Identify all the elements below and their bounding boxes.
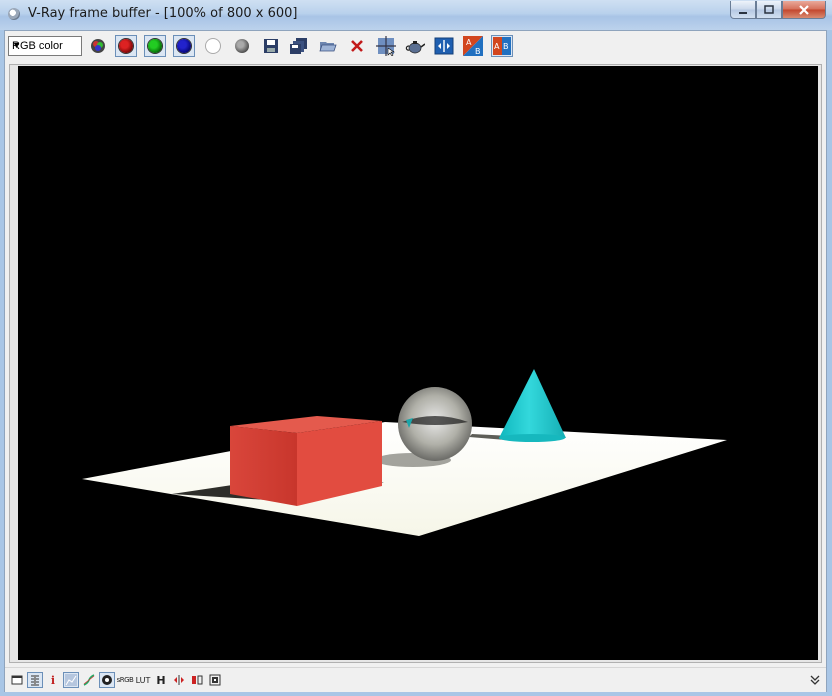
clear-image-button[interactable] (346, 35, 368, 57)
chevron-down-icon: ▼ (12, 40, 21, 50)
load-image-button[interactable] (317, 35, 339, 57)
save-image-button[interactable] (260, 35, 282, 57)
flip-horizontal-button[interactable] (171, 672, 187, 688)
svg-text:B: B (503, 42, 509, 51)
h-button[interactable]: H (153, 672, 169, 688)
save-image-icon (264, 39, 278, 53)
ab-compare-icon: A B (493, 37, 511, 55)
lut-label: LUT (135, 675, 151, 685)
svg-text:B: B (475, 47, 481, 56)
lut-button[interactable]: LUT (135, 672, 151, 688)
render-teapot-icon (405, 41, 425, 54)
green-channel-icon (148, 39, 162, 53)
box-front (230, 426, 297, 506)
stamp-icon (209, 674, 221, 686)
window-title: V-Ray frame buffer - [100% of 800 x 600] (28, 6, 298, 21)
mono-channel-icon (235, 39, 249, 53)
mono-channel-button[interactable] (231, 35, 253, 57)
red-channel-button[interactable] (115, 35, 137, 57)
clear-image-icon (351, 40, 363, 52)
rendered-image[interactable] (18, 66, 818, 660)
ab-compare-button[interactable]: A B (491, 35, 513, 57)
exposure-button[interactable] (99, 672, 115, 688)
title-bar[interactable]: V-Ray frame buffer - [100% of 800 x 600] (0, 0, 832, 30)
app-icon[interactable] (8, 8, 20, 20)
svg-text:A: A (494, 42, 500, 51)
render-button[interactable] (404, 35, 426, 57)
color-corrections-button[interactable] (27, 672, 43, 688)
white-channel-button[interactable] (202, 35, 224, 57)
blue-channel-icon (177, 39, 191, 53)
flip-horizontal-icon (174, 675, 184, 685)
pixel-aspect-button[interactable] (189, 672, 205, 688)
compare-horizontal-icon (434, 37, 454, 55)
maximize-icon (764, 4, 774, 14)
track-mouse-icon (376, 36, 396, 56)
show-channels-icon (91, 39, 105, 53)
histogram-button[interactable] (63, 672, 79, 688)
double-chevron-down-icon (810, 675, 820, 685)
render-scene (18, 66, 818, 660)
load-image-icon (319, 42, 337, 52)
h-label: H (156, 673, 166, 687)
save-all-channels-button[interactable] (288, 35, 310, 57)
window-icon (11, 675, 23, 685)
srgb-label: sRGB (116, 676, 134, 684)
red-channel-icon (119, 39, 133, 53)
save-all-channels-icon (290, 38, 307, 54)
minimize-button[interactable] (730, 1, 756, 19)
close-icon (799, 4, 809, 15)
info-button[interactable]: i (45, 672, 61, 688)
srgb-button[interactable]: sRGB (116, 672, 134, 688)
image-viewport[interactable] (9, 64, 822, 663)
white-channel-icon (206, 39, 220, 53)
green-channel-button[interactable] (144, 35, 166, 57)
expand-panel-button[interactable] (807, 672, 823, 688)
track-mouse-button[interactable] (375, 35, 397, 57)
minimize-icon (739, 11, 747, 14)
ab-swap-button[interactable]: A B (462, 35, 484, 57)
compare-horizontal-button[interactable] (433, 35, 455, 57)
show-channels-button[interactable] (87, 35, 109, 57)
levels-icon (31, 675, 39, 686)
curves-icon (83, 674, 95, 686)
maximize-button[interactable] (756, 1, 782, 19)
client-area: RGB color ▼ A B A B i sRGB LUT H (4, 30, 827, 692)
status-bar: i sRGB LUT H (5, 667, 826, 692)
exposure-icon (102, 675, 112, 685)
info-icon: i (50, 673, 56, 687)
blue-channel-button[interactable] (173, 35, 195, 57)
svg-text:A: A (466, 38, 472, 47)
ab-swap-icon: A B (463, 36, 483, 56)
close-button[interactable] (782, 1, 826, 19)
pixel-aspect-icon (192, 675, 203, 685)
curves-button[interactable] (81, 672, 97, 688)
histogram-icon (65, 674, 77, 686)
toolbar: RGB color ▼ A B A B (5, 31, 826, 61)
channel-dropdown[interactable]: RGB color ▼ (8, 36, 82, 56)
vfb-window: V-Ray frame buffer - [100% of 800 x 600]… (0, 0, 832, 696)
stamp-button[interactable] (207, 672, 223, 688)
display-window-button[interactable] (9, 672, 25, 688)
